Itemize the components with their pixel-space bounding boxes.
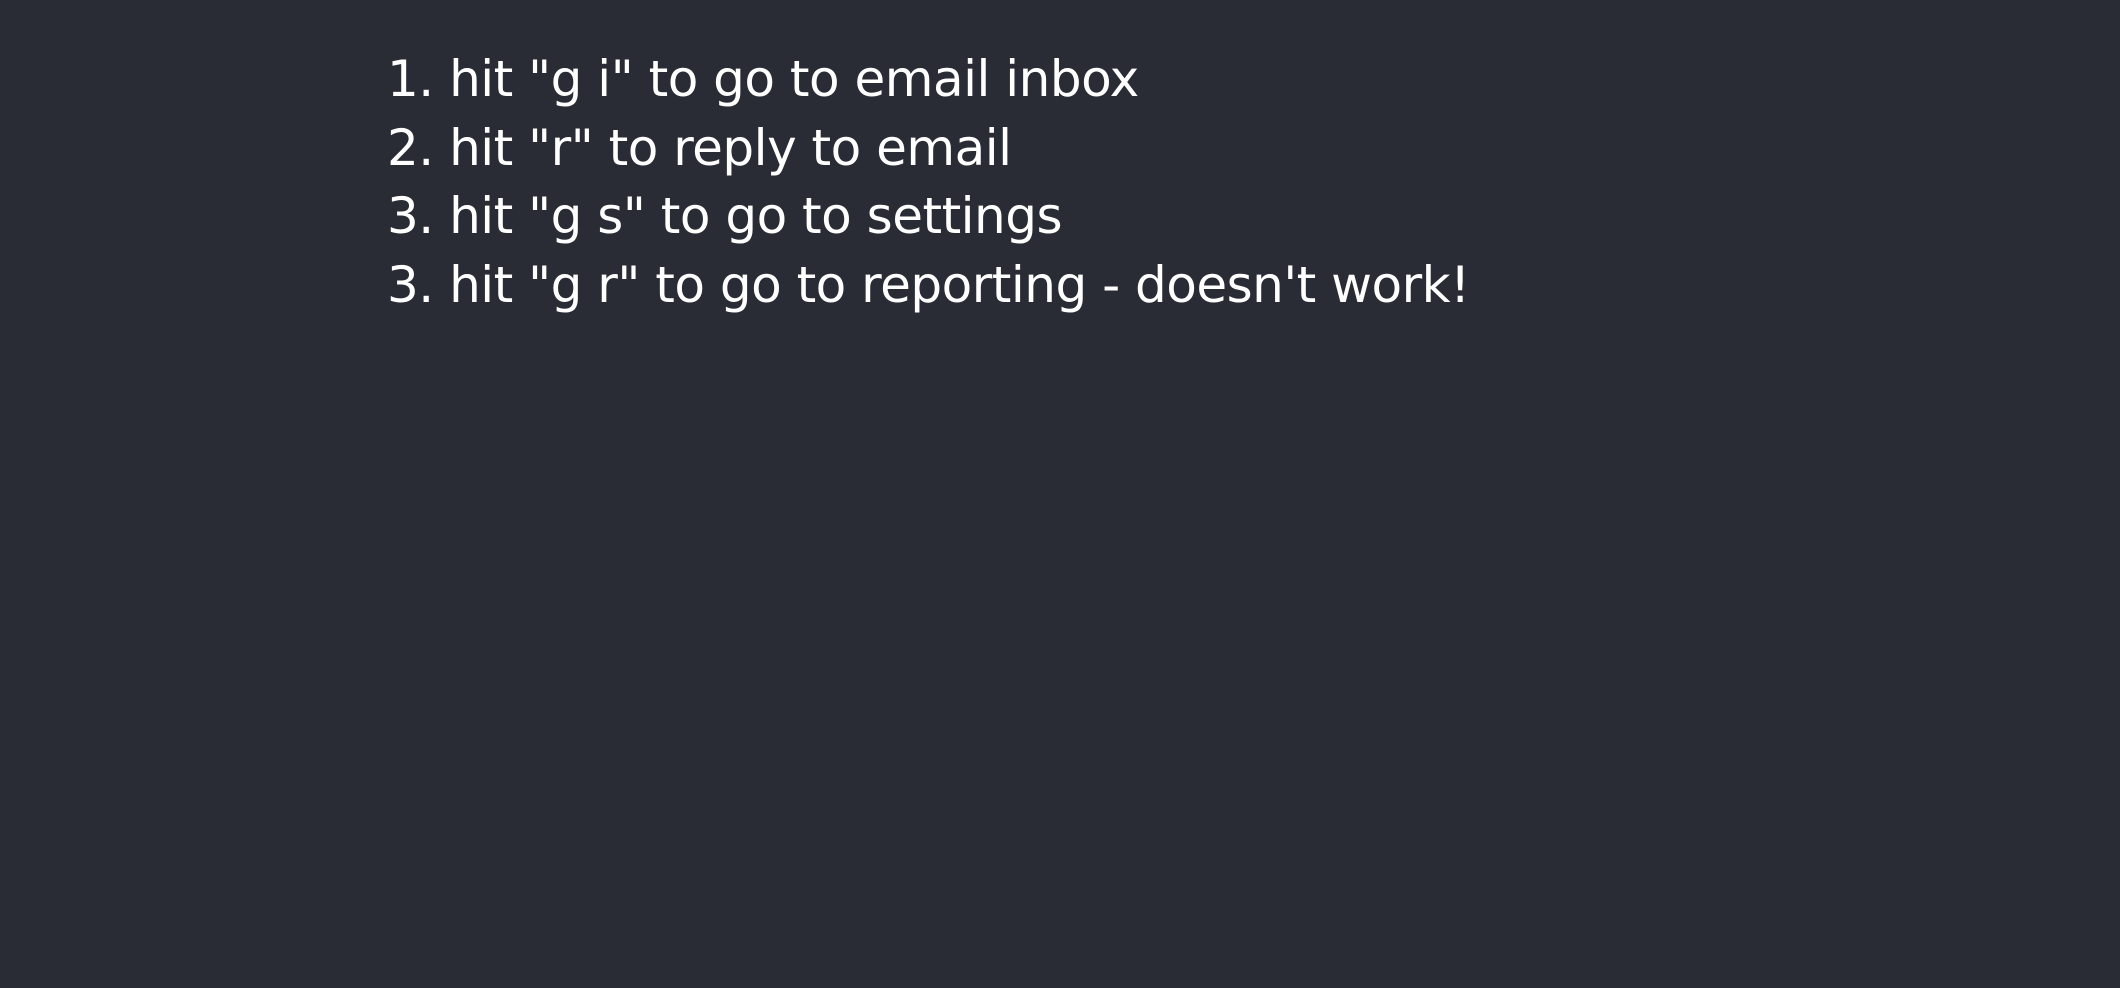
- instruction-line-3: 3. hit "g s" to go to settings: [387, 187, 1063, 245]
- instruction-line-2: 2. hit "r" to reply to email: [387, 118, 1012, 177]
- instruction-line-1: 1. hit "g i" to go to email inbox: [387, 50, 1139, 108]
- instruction-list: 1. hit "g i" to go to email inbox 2. hit…: [387, 45, 1470, 319]
- instruction-line-4: 3. hit "g r" to go to reporting - doesn'…: [387, 255, 1470, 314]
